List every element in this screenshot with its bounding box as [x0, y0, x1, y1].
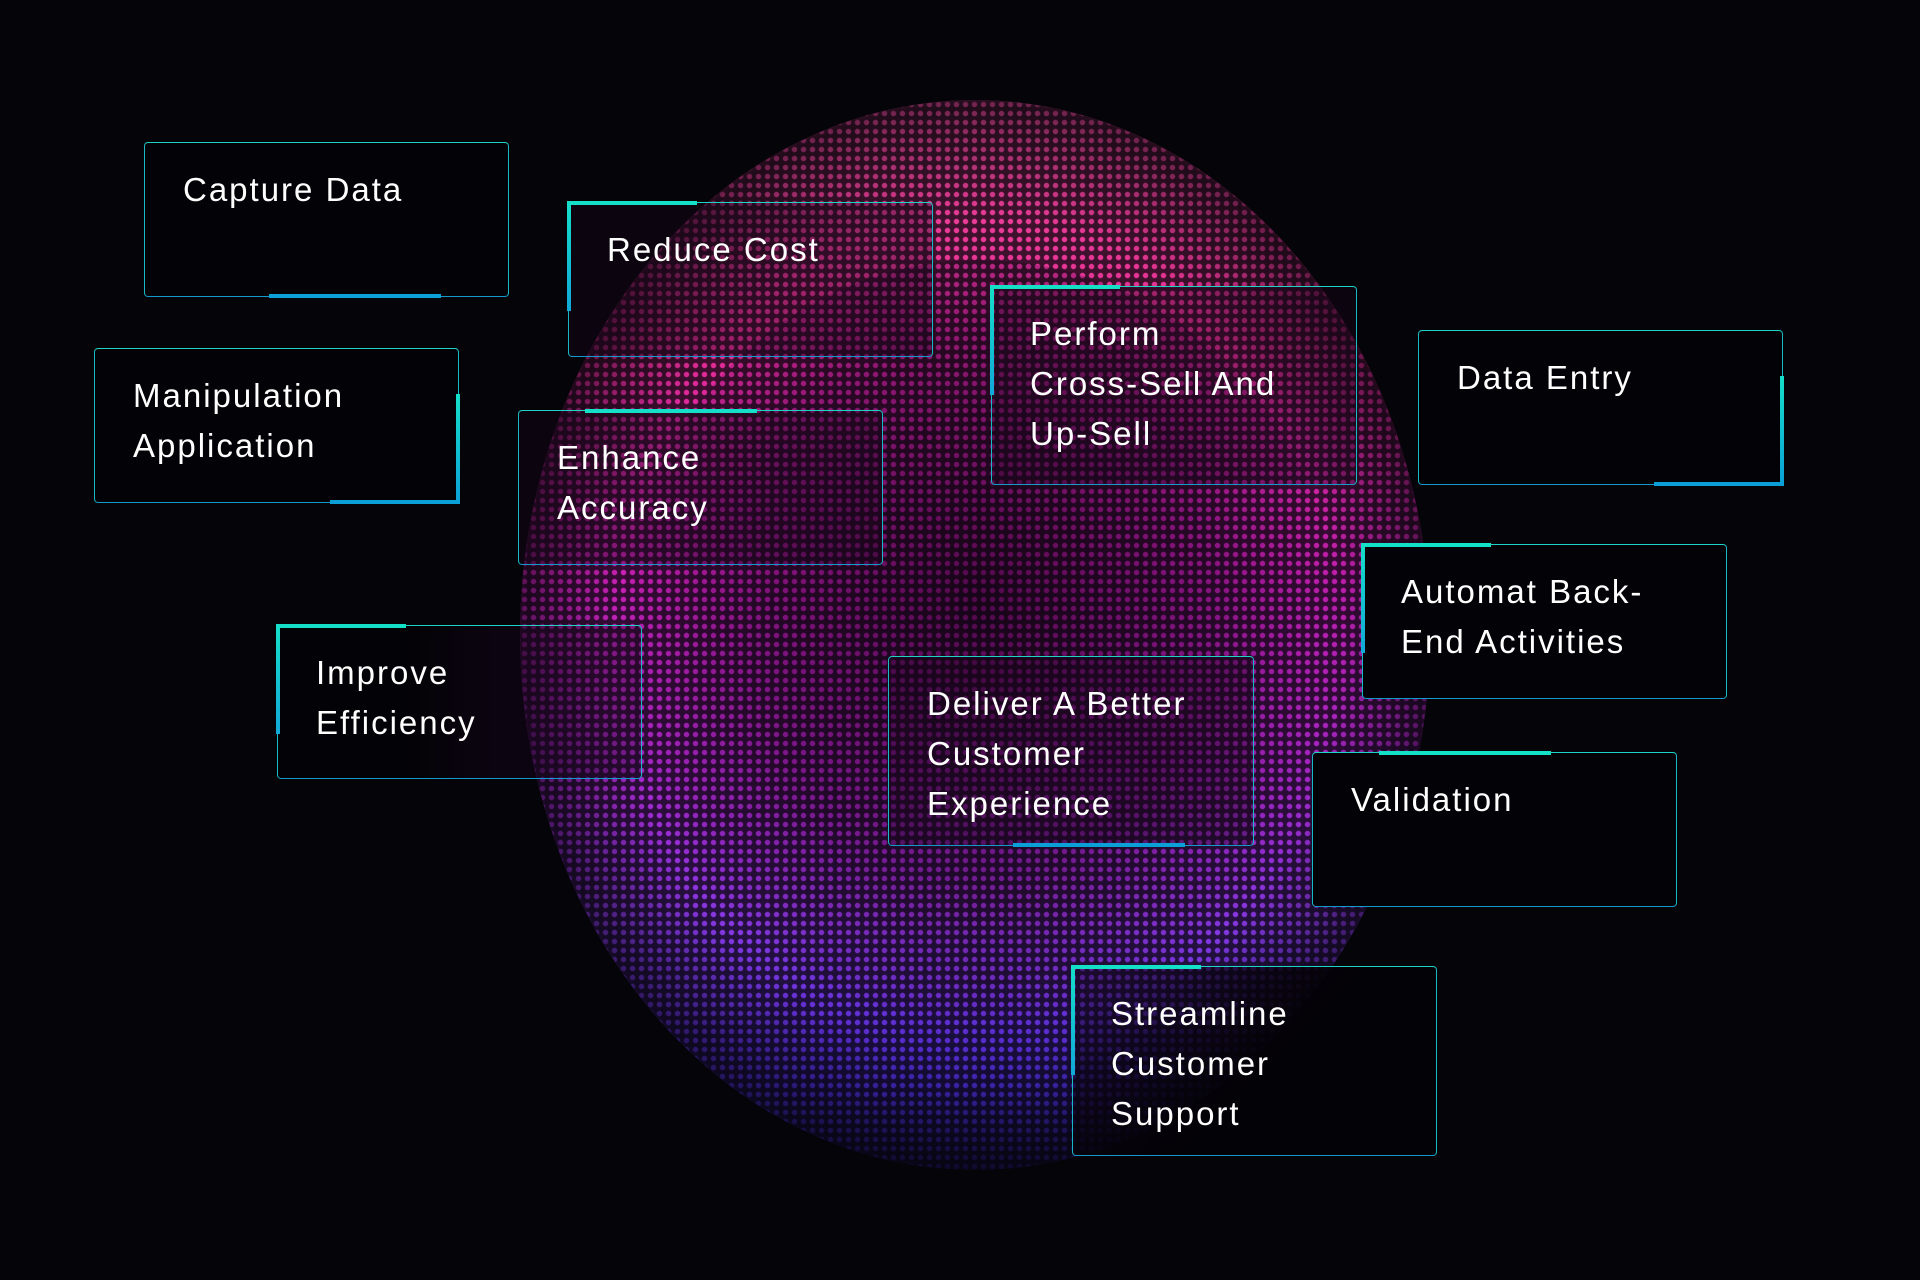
card-accent-bar — [1780, 376, 1784, 486]
card-accent-bar — [276, 624, 280, 734]
card-accent-bar — [567, 201, 697, 205]
card-manipulation-application: Manipulation Application — [94, 348, 460, 504]
card-label: Capture Data — [183, 171, 404, 208]
card-accent-bar — [269, 294, 441, 298]
card-automat-back-end: Automat Back- End Activities — [1361, 543, 1727, 699]
card-accent-bar — [990, 285, 994, 395]
card-label: Enhance Accuracy — [557, 439, 709, 526]
card-accent-bar — [567, 201, 571, 311]
card-label: Improve Efficiency — [316, 654, 477, 741]
card-accent-bar — [1361, 543, 1365, 653]
card-perform-cross-sell: Perform Cross-Sell And Up-Sell — [990, 285, 1357, 485]
card-accent-bar — [330, 500, 460, 504]
card-label: Deliver A Better Customer Experience — [927, 685, 1187, 822]
card-accent-bar — [585, 409, 757, 413]
card-label: Reduce Cost — [607, 231, 820, 268]
card-accent-bar — [1071, 965, 1201, 969]
card-deliver-customer-experience: Deliver A Better Customer Experience — [888, 656, 1254, 847]
card-label: Data Entry — [1457, 359, 1633, 396]
card-accent-bar — [1379, 751, 1551, 755]
card-accent-bar — [1654, 482, 1784, 486]
card-accent-bar — [276, 624, 406, 628]
card-improve-efficiency: Improve Efficiency — [276, 624, 642, 779]
card-label: Validation — [1351, 781, 1514, 818]
card-label: Streamline Customer Support — [1111, 995, 1289, 1132]
card-reduce-cost: Reduce Cost — [567, 201, 933, 357]
card-label: Manipulation Application — [133, 377, 345, 464]
card-label: Perform Cross-Sell And Up-Sell — [1030, 315, 1277, 452]
card-label: Automat Back- End Activities — [1401, 573, 1644, 660]
card-streamline-customer-support: Streamline Customer Support — [1071, 965, 1437, 1156]
card-data-entry: Data Entry — [1418, 330, 1784, 486]
card-accent-bar — [990, 285, 1120, 289]
card-accent-bar — [1013, 843, 1185, 847]
card-accent-bar — [456, 394, 460, 504]
card-accent-bar — [1071, 965, 1075, 1075]
card-accent-bar — [1361, 543, 1491, 547]
card-validation: Validation — [1312, 751, 1677, 907]
card-capture-data: Capture Data — [144, 142, 509, 298]
card-enhance-accuracy: Enhance Accuracy — [518, 409, 883, 565]
